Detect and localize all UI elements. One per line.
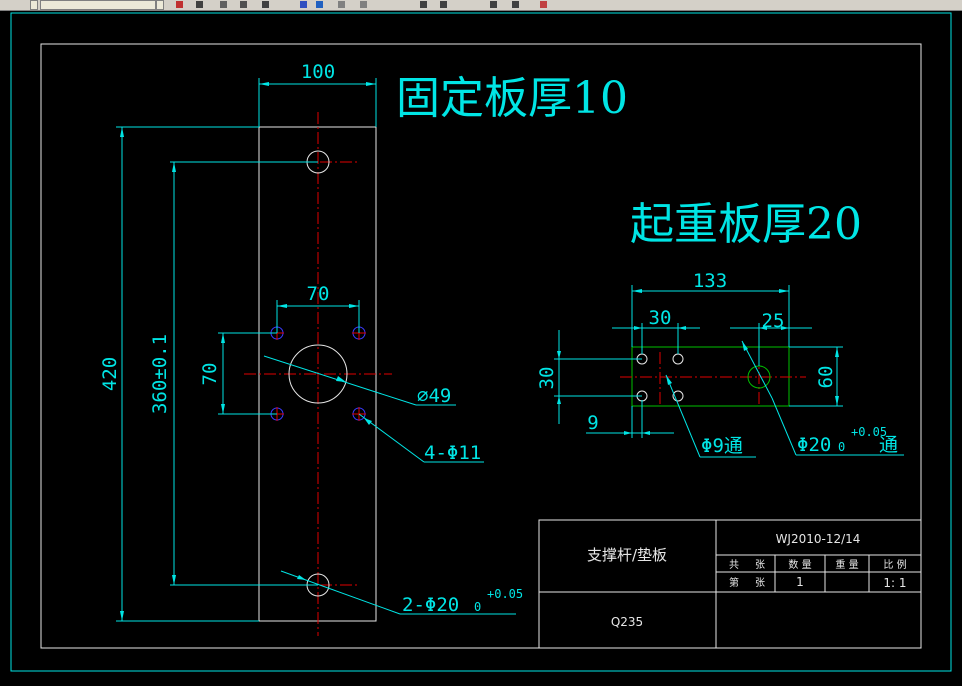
tool-icon[interactable] xyxy=(540,1,547,8)
label-small-holes: Φ9通 xyxy=(701,435,743,457)
tool-icon[interactable] xyxy=(176,1,183,8)
scale-value: 1: 1 xyxy=(883,576,906,590)
dim-bolt-spacing-h: 70 xyxy=(307,283,330,305)
dim-bolt-spacing-v: 70 xyxy=(199,363,221,386)
fixed-plate-view: 100 420 360±0.1 70 70 ⌀49 4-Φ11 2-Φ20 +0… xyxy=(99,61,523,636)
part-name: 支撑杆/垫板 xyxy=(587,546,667,564)
title-block: 支撑杆/垫板 Q235 WJ2010-12/14 共 张 数 量 重 量 比 例… xyxy=(538,519,922,649)
col-sheet: 张 xyxy=(755,559,765,571)
label-big-hole-tol-lower: 0 xyxy=(838,440,845,454)
small-hole-2 xyxy=(672,353,684,365)
tool-icon[interactable] xyxy=(420,1,427,8)
dim-hole-spacing: 360±0.1 xyxy=(149,334,171,414)
pan-icon[interactable] xyxy=(240,1,247,8)
tool-icon[interactable] xyxy=(360,1,367,8)
dim-end-offset: 25 xyxy=(762,310,785,332)
dim-edge-offset: 9 xyxy=(587,412,598,434)
match-icon[interactable] xyxy=(338,1,345,8)
material: Q235 xyxy=(611,615,643,629)
tool-icon[interactable] xyxy=(440,1,447,8)
label-end-holes-tol-upper: +0.05 xyxy=(487,587,523,601)
lifting-plate-view: 133 30 25 30 60 9 Φ9通 Φ20 +0.05 0 通 xyxy=(536,270,904,458)
label-big-hole-suffix: 通 xyxy=(879,434,898,456)
toolbar-dropdown[interactable] xyxy=(40,0,156,10)
dim-hole-pitch: 30 xyxy=(649,307,672,329)
col-total: 共 xyxy=(729,559,739,571)
drawing-canvas[interactable]: 100 420 360±0.1 70 70 ⌀49 4-Φ11 2-Φ20 +0… xyxy=(0,10,962,686)
dim-height-420: 420 xyxy=(99,357,121,391)
toolbar-button[interactable] xyxy=(30,0,38,10)
dim-width-100: 100 xyxy=(301,61,335,83)
zoom-icon[interactable] xyxy=(262,1,269,8)
col-weight: 重 量 xyxy=(835,558,858,571)
col-quantity: 数 量 xyxy=(788,558,811,571)
tool-icon[interactable] xyxy=(490,1,497,8)
row-sheet: 张 xyxy=(755,577,765,589)
properties-icon[interactable] xyxy=(316,1,323,8)
label-bolt-holes: 4-Φ11 xyxy=(424,442,481,464)
undo-icon[interactable] xyxy=(196,1,203,8)
note-lifting-plate: 起重板厚20 xyxy=(630,199,862,250)
drawing-number: WJ2010-12/14 xyxy=(776,532,861,546)
tool-icon[interactable] xyxy=(512,1,519,8)
label-center-hole: ⌀49 xyxy=(417,385,451,407)
dropdown-arrow-icon[interactable] xyxy=(156,0,164,10)
label-big-hole: Φ20 xyxy=(797,434,831,456)
note-fixed-plate: 固定板厚10 xyxy=(396,73,628,124)
dim-hole-spacing-v: 30 xyxy=(536,367,558,390)
label-end-holes: 2-Φ20 xyxy=(402,594,459,616)
quantity-value: 1 xyxy=(796,575,804,589)
redo-icon[interactable] xyxy=(220,1,227,8)
layer-icon[interactable] xyxy=(300,1,307,8)
label-end-holes-tol-lower: 0 xyxy=(474,600,481,614)
dim-height-60: 60 xyxy=(815,366,837,389)
row-number: 第 xyxy=(729,576,739,589)
dim-length-133: 133 xyxy=(693,270,727,292)
col-scale: 比 例 xyxy=(883,558,906,571)
